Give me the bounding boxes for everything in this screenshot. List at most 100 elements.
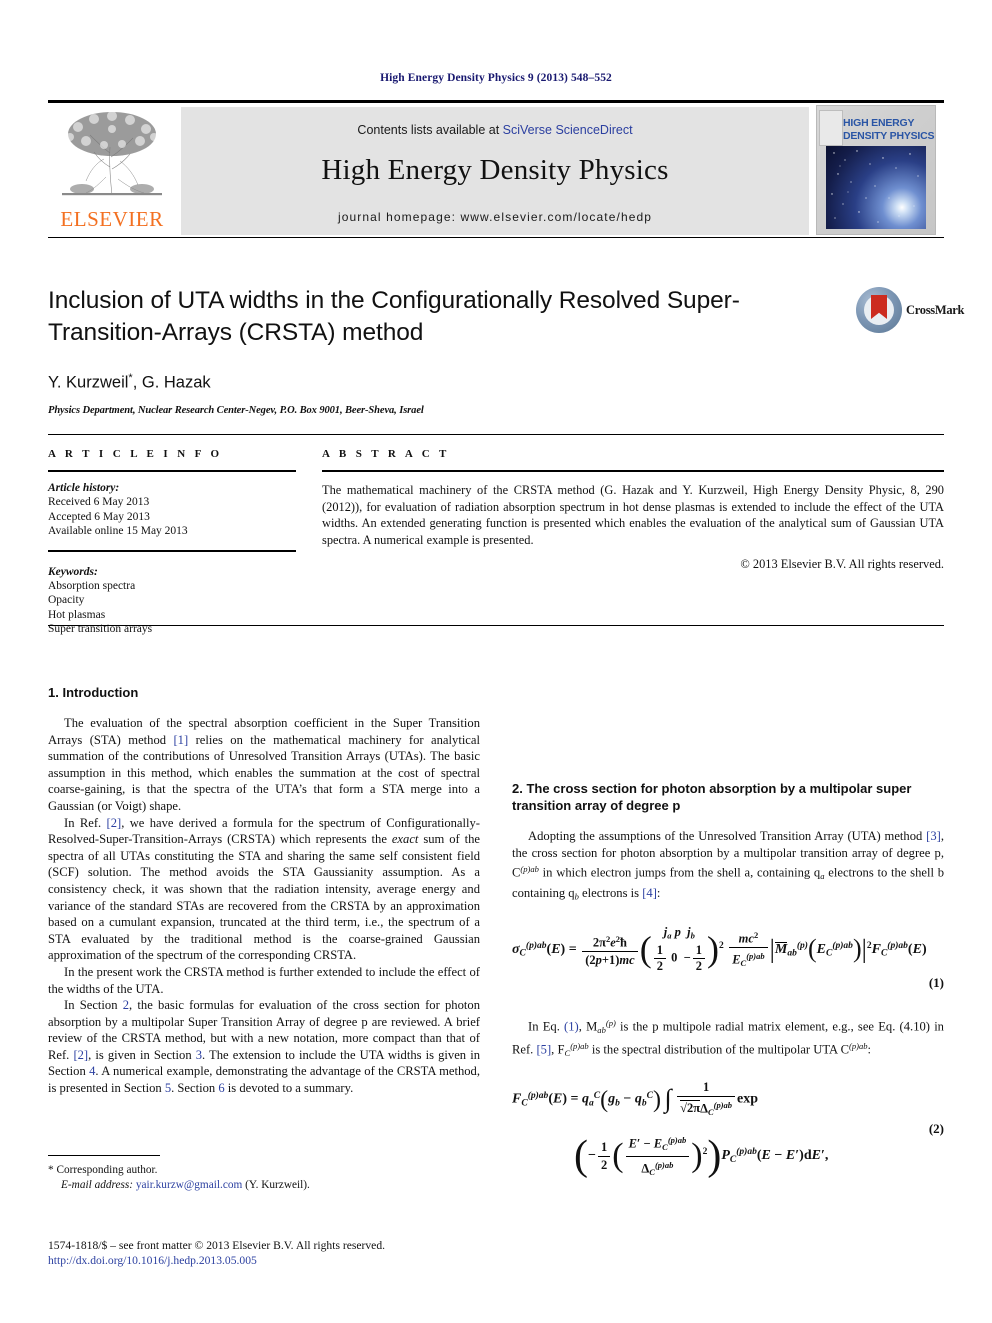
info-abstract-top-rule (48, 434, 944, 435)
article-info-rule (48, 470, 296, 472)
paragraph-1: The evaluation of the spectral absorptio… (48, 715, 480, 815)
section-1-heading: 1. Introduction (48, 685, 139, 700)
email-label: E-mail address: (61, 1178, 134, 1191)
p4-part-a: In Section (64, 998, 123, 1013)
abstract-rule (322, 470, 944, 472)
citation-5[interactable]: [5] (536, 1043, 551, 1057)
p4-part-f: . Section (171, 1081, 219, 1096)
crossmark-label: CrossMark (906, 303, 965, 317)
p2-emphasis: exact (391, 832, 419, 847)
article-info-column: A R T I C L E I N F O Article history: R… (48, 448, 296, 637)
p5-superscript: (p)ab (520, 864, 539, 875)
title-block: Inclusion of UTA widths in the Configura… (48, 285, 748, 416)
abstract-label: A B S T R A C T (322, 448, 450, 460)
contents-available-line: Contents lists available at SciVerse Sci… (181, 123, 809, 137)
cover-title-line1: HIGH ENERGY (843, 117, 915, 129)
author-list: Y. Kurzweil*, G. Hazak (48, 372, 748, 393)
body-column-left: 1. Introduction The evaluation of the sp… (48, 684, 480, 1097)
p5-part-a: Adopting the assumptions of the Unresolv… (528, 829, 927, 843)
equation-2-number: (2) (928, 1121, 944, 1137)
equation-1: σC(p)ab(E) = 2π2e2ħ (2p+1)mc(ja p jb 1 2 0 … (512, 925, 944, 999)
email-link[interactable]: yair.kurzw@gmail.com (136, 1179, 242, 1191)
p4-part-g: is devoted to a summary. (224, 1081, 354, 1096)
citation-2b[interactable]: [2] (73, 1048, 88, 1062)
abstract-copyright: © 2013 Elsevier B.V. All rights reserved… (740, 557, 944, 572)
abstract-text: The mathematical machinery of the CRSTA … (322, 483, 944, 547)
cover-title-text: HIGH ENERGY DENSITY PHYSICS (843, 117, 935, 142)
equation-2: FC(p)ab(E) = qaC(gb − qbC) ∫ 1 √2πΔC(p)ab… (512, 1079, 944, 1180)
paragraph-5: Adopting the assumptions of the Unresolv… (512, 828, 944, 905)
journal-title: High Energy Density Physics (321, 154, 669, 186)
cover-stars-svg (831, 150, 919, 223)
paragraph-6: In Eq. (1), Mab(p) is the p multipole ra… (512, 1017, 944, 1058)
keywords-heading: Keywords: (48, 565, 98, 578)
affiliation: Physics Department, Nuclear Research Cen… (48, 404, 424, 416)
cover-spine-block (819, 110, 843, 146)
contents-prefix: Contents lists available at (357, 123, 503, 137)
citation-3[interactable]: [3] (926, 829, 941, 843)
p6-part-f: : (867, 1042, 872, 1057)
equation-1-number: (1) (928, 974, 944, 990)
citation-2[interactable]: [2] (107, 816, 122, 830)
elsevier-wordmark: ELSEVIER (60, 207, 164, 231)
sciencedirect-link[interactable]: SciVerse ScienceDirect (503, 123, 633, 137)
article-history-block: Article history: Received 6 May 2013 Acc… (48, 481, 296, 539)
cover-title-line2: DENSITY PHYSICS (843, 129, 935, 142)
paper-page: High Energy Density Physics 9 (2013) 548… (0, 0, 992, 1323)
journal-cover-thumbnail[interactable]: HIGH ENERGY DENSITY PHYSICS (816, 105, 936, 235)
issn-copyright-block: 1574-1818/$ – see front matter © 2013 El… (48, 1238, 498, 1268)
info-abstract-bottom-rule (48, 625, 944, 626)
section-2-heading: 2. The cross section for photon absorpti… (512, 781, 912, 813)
elsevier-tree-icon (56, 107, 168, 205)
issn-line: 1574-1818/$ – see front matter © 2013 El… (48, 1239, 386, 1252)
keyword-2: Opacity (48, 594, 85, 607)
email-attribution: (Y. Kurzweil). (245, 1178, 310, 1191)
p4-part-c: , is given in Section (88, 1047, 196, 1062)
running-head: High Energy Density Physics 9 (2013) 548… (380, 72, 612, 84)
elsevier-logo: ELSEVIER (50, 107, 174, 235)
p6-part-a: In Eq. (528, 1019, 565, 1034)
history-accepted: Accepted 6 May 2013 (48, 510, 150, 523)
banner-bottom-rule (48, 237, 944, 238)
footnote-rule (48, 1155, 160, 1157)
p5-part-e: electrons is (578, 885, 643, 900)
paragraph-2: In Ref. [2], we have derived a formula f… (48, 815, 480, 964)
p2-part-c: sum of the spectra of all UTAs constitut… (48, 832, 480, 963)
p2-part-a: In Ref. (64, 815, 107, 830)
p5-part-c: in which electron jumps from the shell a… (538, 865, 821, 880)
banner-top-rule (48, 100, 944, 103)
citation-4[interactable]: [4] (642, 886, 657, 900)
corresponding-author-note: * Corresponding author. (48, 1164, 158, 1177)
history-online: Available online 15 May 2013 (48, 525, 188, 538)
p6-part-d: , F (551, 1042, 565, 1057)
keyword-1: Absorption spectra (48, 580, 136, 593)
citation-1[interactable]: [1] (173, 733, 188, 747)
column-flow-spacer (512, 684, 944, 780)
paragraph-4: In Section 2, the basic formulas for eva… (48, 997, 480, 1097)
abstract-column: A B S T R A C T The mathematical machine… (322, 448, 944, 572)
equation-1-expression: σC(p)ab(E) = 2π2e2ħ (2p+1)mc(ja p jb 1 2 0 … (512, 924, 927, 973)
keywords-top-rule (48, 550, 296, 552)
footnote-block: * Corresponding author. E-mail address: … (48, 1155, 480, 1192)
history-received: Received 6 May 2013 (48, 496, 150, 509)
journal-homepage-line[interactable]: journal homepage: www.elsevier.com/locat… (181, 210, 809, 224)
author-1: Y. Kurzweil (48, 373, 129, 392)
p6-part-e: is the spectral distribution of the mult… (588, 1042, 849, 1057)
equation-2-line-1: FC(p)ab(E) = qaC(gb − qbC) ∫ 1 √2πΔC(p)ab… (512, 1079, 944, 1120)
paragraph-3: In the present work the CRSTA method is … (48, 964, 480, 996)
body-column-right: 2. The cross section for photon absorpti… (512, 684, 944, 1180)
doi-link[interactable]: http://dx.doi.org/10.1016/j.hedp.2013.05… (48, 1253, 498, 1268)
crossmark-circle-icon (856, 287, 902, 333)
elsevier-tree-svg (62, 111, 162, 196)
banner-center-panel: Contents lists available at SciVerse Sci… (181, 107, 809, 235)
crossmark-badge[interactable]: CrossMark (856, 287, 964, 345)
email-note: E-mail address: yair.kurzw@gmail.com (Y.… (48, 1178, 480, 1192)
keyword-3: Hot plasmas (48, 608, 106, 621)
equation-2-line-2: (− 1 2(E′ − EC(p)ab ΔC(p)ab)2)PC(p)ab(E − E… (574, 1133, 829, 1180)
journal-banner: ELSEVIER Contents lists available at Sci… (48, 100, 944, 238)
cover-star-field (826, 146, 926, 229)
p5-part-f: : (656, 885, 661, 900)
equation-link-1[interactable]: (1) (564, 1019, 579, 1033)
article-info-label: A R T I C L E I N F O (48, 448, 223, 460)
page-title: Inclusion of UTA widths in the Configura… (48, 287, 740, 346)
